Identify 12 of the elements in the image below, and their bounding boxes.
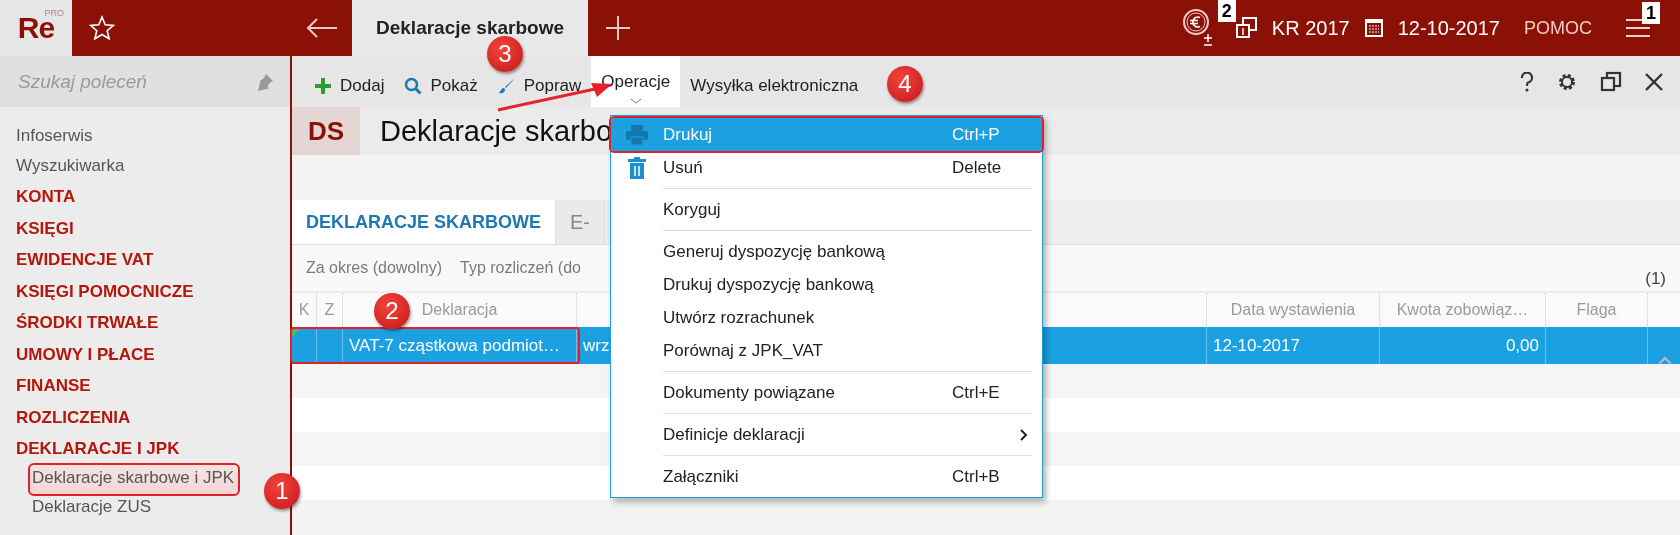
page-title: Deklaracje skarbo xyxy=(380,114,613,148)
annotation-marker: 2 xyxy=(1217,0,1236,22)
table-cell: 0,00 xyxy=(1505,336,1539,355)
app-logo: RePRO xyxy=(0,0,72,56)
record-count: (1) xyxy=(1645,269,1666,289)
annotation-marker: 1 xyxy=(1642,2,1660,24)
module-badge: DS xyxy=(292,107,360,155)
column-header: Z xyxy=(317,293,343,327)
column-header: K xyxy=(292,293,317,327)
table-cell: VAT-7 cząstkowa podmiot… xyxy=(349,336,560,355)
table-cell: wrz xyxy=(583,336,610,355)
table-cell: 12-10-2017 xyxy=(1213,336,1300,355)
